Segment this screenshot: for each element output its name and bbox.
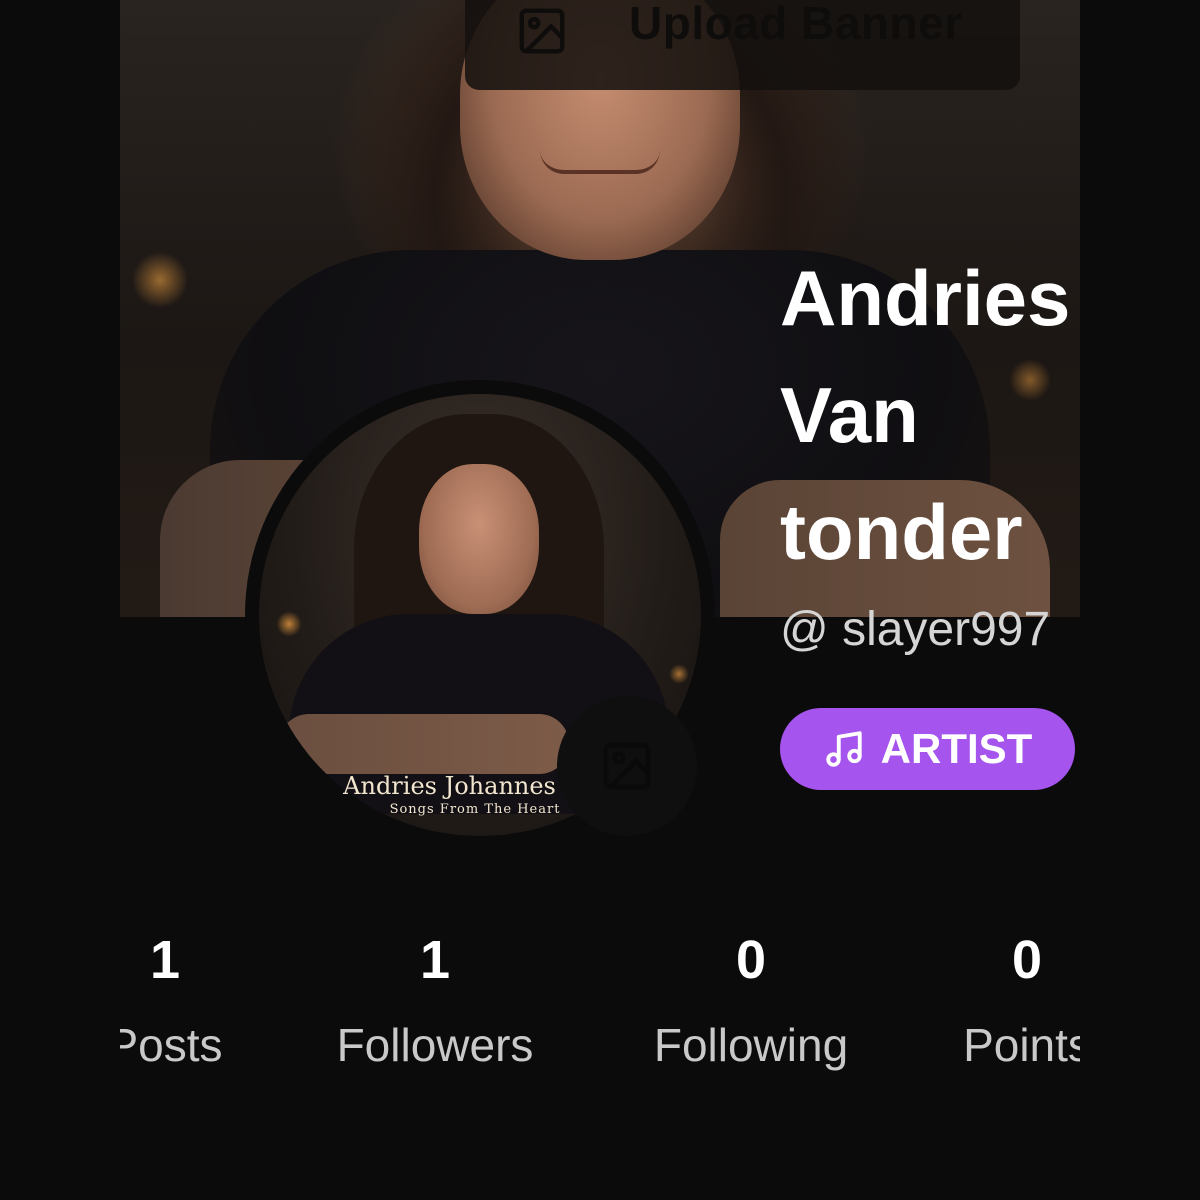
stat-label: Followers <box>336 1019 534 1071</box>
username-handle: @ slayer997 <box>780 603 1051 656</box>
upload-avatar-button[interactable] <box>557 696 697 836</box>
image-icon <box>603 742 651 790</box>
music-note-icon <box>825 731 862 767</box>
avatar-photo-arms <box>279 714 569 774</box>
stat-label: Following <box>653 1019 849 1071</box>
display-name-line: Van <box>780 371 919 459</box>
stat-points[interactable]: 0 Points <box>963 920 1080 1090</box>
image-icon <box>519 8 565 54</box>
stat-value: 1 <box>149 930 181 990</box>
stat-following[interactable]: 0 Following <box>654 920 848 1090</box>
stat-posts[interactable]: 1 Posts <box>120 920 223 1090</box>
stat-followers[interactable]: 1 Followers <box>337 920 534 1090</box>
stat-label: Points <box>963 1019 1080 1071</box>
stat-value: 0 <box>735 930 767 990</box>
artist-badge: ARTIST <box>780 708 1075 790</box>
stat-value: 1 <box>419 930 451 990</box>
upload-banner-label: Upload Banner <box>629 0 963 49</box>
stat-label: Posts <box>120 1019 223 1071</box>
display-name-line: Andries <box>780 254 1071 342</box>
display-name-line: tonder <box>780 488 1023 576</box>
avatar-photo-face <box>419 464 539 614</box>
profile-stats: 1 Posts 1 Followers 0 Following 0 Points <box>120 920 1080 1100</box>
banner-photo-smile <box>540 150 660 174</box>
display-name: Andries Van tonder <box>780 240 1080 591</box>
profile-screen: Upload Banner Andries Johannes van Songs… <box>120 0 1080 1200</box>
upload-banner-button[interactable]: Upload Banner <box>465 0 1020 90</box>
stat-value: 0 <box>1011 930 1043 990</box>
artist-badge-label: ARTIST <box>880 725 1033 772</box>
